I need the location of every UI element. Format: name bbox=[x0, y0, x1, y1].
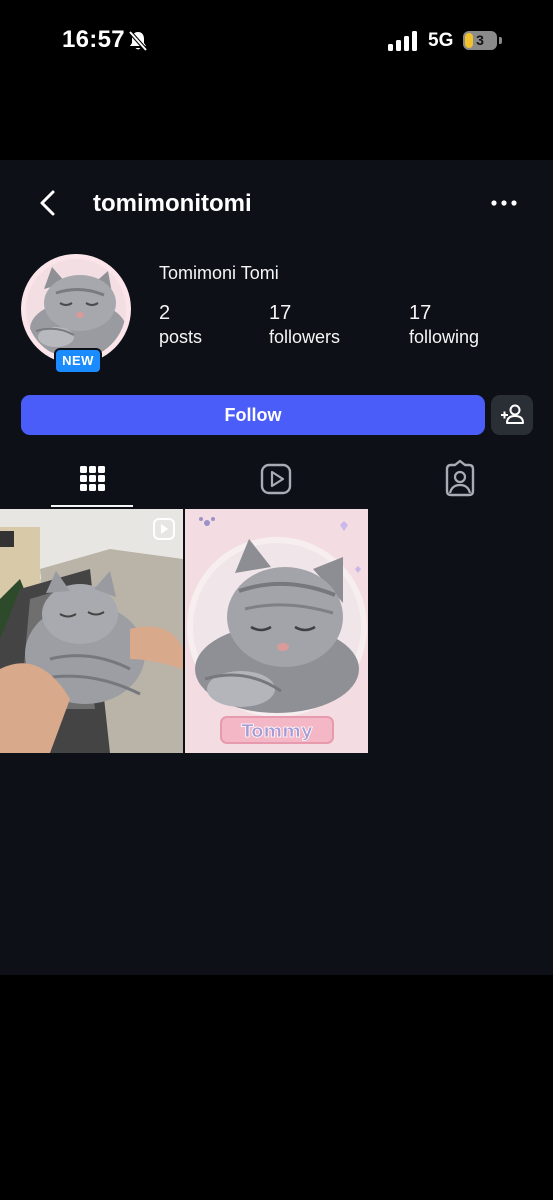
battery-icon: 3 bbox=[463, 31, 503, 50]
post-caption-text: Tommy bbox=[241, 721, 313, 742]
stat-following-count: 17 bbox=[409, 302, 432, 324]
reel-badge-icon bbox=[153, 518, 175, 540]
battery-level-text: 3 bbox=[476, 32, 484, 48]
top-nav: tomimonitomi bbox=[0, 160, 553, 246]
silent-bell-icon bbox=[128, 30, 148, 52]
signal-icon bbox=[388, 31, 417, 51]
stat-posts-count: 2 bbox=[159, 302, 171, 324]
stat-following-label: following bbox=[409, 327, 480, 347]
network-type: 5G bbox=[428, 30, 454, 51]
avatar-kitten-image bbox=[26, 259, 126, 359]
stat-followers-label: followers bbox=[269, 327, 341, 347]
stat-followers-count: 17 bbox=[269, 302, 292, 324]
stat-posts-label: posts bbox=[159, 327, 203, 347]
back-chevron-icon[interactable] bbox=[34, 186, 64, 220]
suggested-users-button[interactable] bbox=[491, 395, 533, 435]
posts-grid: Tommy bbox=[0, 509, 553, 753]
post-thumbnail-reel[interactable] bbox=[0, 509, 183, 753]
tab-tagged[interactable] bbox=[419, 455, 501, 505]
stat-posts[interactable]: 2 posts bbox=[159, 301, 202, 349]
kitten-portrait-frame-image: Tommy bbox=[185, 509, 368, 753]
tab-posts-grid[interactable] bbox=[51, 455, 133, 505]
stat-followers[interactable]: 17 followers bbox=[269, 301, 340, 349]
post-thumbnail-image[interactable]: Tommy bbox=[185, 509, 368, 753]
grid-icon bbox=[80, 466, 105, 491]
status-time: 16:57 bbox=[62, 26, 125, 53]
more-options-icon[interactable] bbox=[488, 190, 520, 216]
add-person-icon bbox=[501, 404, 524, 424]
profile-screen: tomimonitomi NEW Tomimoni Tomi 2 posts 1… bbox=[0, 160, 553, 975]
kitten-sleeping-on-arm-image bbox=[0, 509, 183, 753]
new-badge: NEW bbox=[54, 348, 102, 374]
reels-icon bbox=[260, 463, 292, 495]
stat-following[interactable]: 17 following bbox=[409, 301, 479, 349]
tab-reels[interactable] bbox=[235, 455, 317, 505]
active-tab-indicator bbox=[51, 505, 133, 507]
follow-button[interactable]: Follow bbox=[21, 395, 485, 435]
status-bar: 16:57 5G 3 bbox=[0, 0, 553, 84]
profile-username: tomimonitomi bbox=[93, 190, 252, 217]
tagged-icon bbox=[445, 459, 475, 497]
profile-display-name: Tomimoni Tomi bbox=[159, 263, 279, 283]
